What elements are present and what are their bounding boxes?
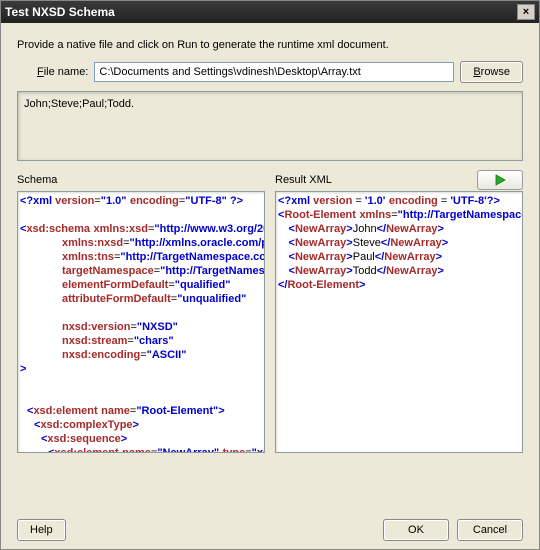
help-button[interactable]: Help: [17, 519, 66, 541]
schema-panel: Schema <?xml version="1.0" encoding="UTF…: [17, 169, 265, 453]
close-button[interactable]: ×: [517, 4, 535, 20]
result-panel: Result XML <?xml version = '1.0' encodin…: [275, 169, 523, 453]
schema-code: <?xml version="1.0" encoding="UTF-8" ?> …: [20, 194, 264, 453]
titlebar: Test NXSD Schema ×: [1, 1, 539, 23]
file-name-input[interactable]: [94, 62, 454, 82]
file-row: File name: Browse: [17, 61, 523, 83]
file-content-box[interactable]: John;Steve;Paul;Todd.: [17, 91, 523, 161]
browse-button[interactable]: Browse: [460, 61, 523, 83]
result-code: <?xml version = '1.0' encoding = 'UTF-8'…: [278, 194, 522, 292]
ok-button[interactable]: OK: [383, 519, 449, 541]
window-title: Test NXSD Schema: [5, 5, 115, 19]
cancel-button[interactable]: Cancel: [457, 519, 523, 541]
file-label: File name:: [37, 66, 88, 78]
play-icon: [494, 174, 506, 186]
schema-label: Schema: [17, 174, 57, 186]
file-content-text: John;Steve;Paul;Todd.: [24, 98, 134, 110]
run-button[interactable]: [477, 170, 523, 190]
result-label: Result XML: [275, 174, 332, 186]
result-code-box[interactable]: <?xml version = '1.0' encoding = 'UTF-8'…: [275, 191, 523, 453]
instruction-text: Provide a native file and click on Run t…: [17, 39, 523, 51]
schema-code-box[interactable]: <?xml version="1.0" encoding="UTF-8" ?> …: [17, 191, 265, 453]
close-icon: ×: [523, 6, 529, 18]
